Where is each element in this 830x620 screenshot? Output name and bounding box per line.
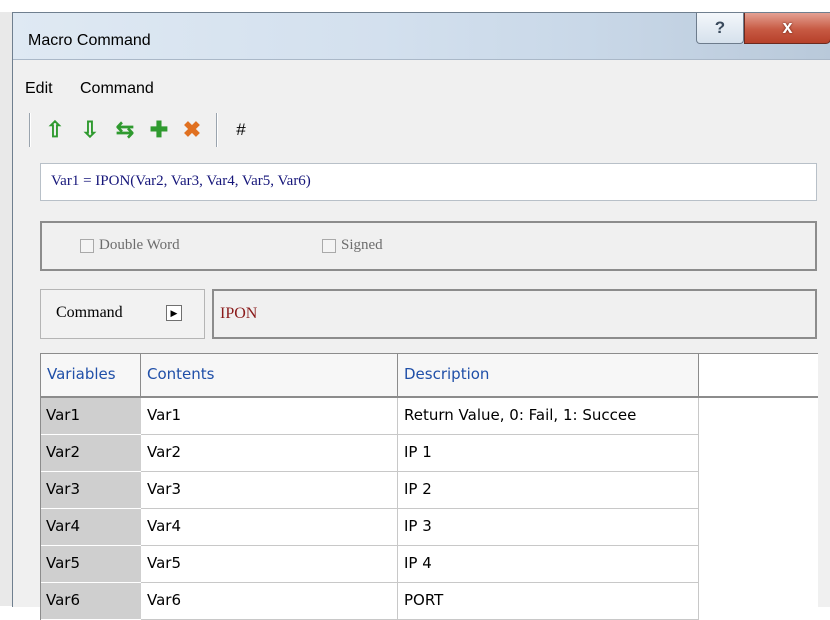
close-button[interactable]: x — [744, 13, 830, 44]
move-down-icon[interactable]: ⇩ — [78, 117, 102, 143]
row-description[interactable]: IP 1 — [398, 435, 699, 472]
formula-text: Var1 = IPON(Var2, Var3, Var4, Var5, Var6… — [51, 173, 311, 189]
toolbar: ⇧ ⇩ ⇆ ✚ ✖ # — [13, 107, 830, 151]
command-value-field: IPON — [212, 289, 817, 339]
delete-icon[interactable]: ✖ — [180, 117, 204, 143]
command-button-label: Command — [56, 304, 123, 321]
help-button[interactable]: ? — [696, 13, 744, 44]
signed-label: Signed — [341, 237, 383, 253]
command-value: IPON — [220, 305, 258, 322]
header-variables[interactable]: Variables — [41, 354, 141, 398]
formula-field[interactable]: Var1 = IPON(Var2, Var3, Var4, Var5, Var6… — [40, 163, 817, 201]
row-variable[interactable]: Var1 — [41, 398, 141, 435]
row-contents[interactable]: Var5 — [141, 546, 398, 583]
title-bar[interactable]: Macro Command ? x — [13, 13, 830, 60]
row-contents[interactable]: Var2 — [141, 435, 398, 472]
background-window-edge — [0, 12, 12, 606]
row-contents[interactable]: Var6 — [141, 583, 398, 620]
row-variable[interactable]: Var5 — [41, 546, 141, 583]
menu-edit[interactable]: Edit — [25, 80, 53, 98]
menu-command[interactable]: Command — [80, 80, 154, 98]
menu-bar: Edit Command — [13, 60, 830, 100]
row-variable[interactable]: Var3 — [41, 472, 141, 509]
row-contents[interactable]: Var3 — [141, 472, 398, 509]
move-up-icon[interactable]: ⇧ — [43, 117, 67, 143]
row-description[interactable]: IP 3 — [398, 509, 699, 546]
row-description[interactable]: IP 2 — [398, 472, 699, 509]
toolbar-grip — [29, 113, 31, 147]
options-group: Double Word Signed — [40, 221, 817, 271]
row-variable[interactable]: Var2 — [41, 435, 141, 472]
header-description[interactable]: Description — [398, 354, 699, 398]
row-contents[interactable]: Var1 — [141, 398, 398, 435]
variables-table: Variables Contents Description Var1 Var1 R… — [40, 353, 818, 620]
row-variable[interactable]: Var6 — [41, 583, 141, 620]
row-description[interactable]: IP 4 — [398, 546, 699, 583]
row-contents[interactable]: Var4 — [141, 509, 398, 546]
hash-button[interactable]: # — [229, 117, 253, 143]
row-description[interactable]: Return Value, 0: Fail, 1: Succee — [398, 398, 699, 435]
toolbar-separator — [216, 113, 218, 147]
window-title: Macro Command — [28, 32, 151, 49]
header-filler — [699, 354, 818, 398]
add-icon[interactable]: ✚ — [147, 117, 171, 143]
row-description[interactable]: PORT — [398, 583, 699, 620]
header-contents[interactable]: Contents — [141, 354, 398, 398]
play-arrow-icon: ▶ — [166, 305, 182, 321]
macro-command-window: Macro Command ? x Edit Command ⇧ ⇩ ⇆ ✚ ✖… — [12, 12, 830, 620]
double-word-checkbox[interactable] — [80, 239, 94, 253]
row-variable[interactable]: Var4 — [41, 509, 141, 546]
swap-icon[interactable]: ⇆ — [113, 117, 137, 143]
command-button[interactable]: Command ▶ — [40, 289, 205, 339]
signed-checkbox[interactable] — [322, 239, 336, 253]
double-word-label: Double Word — [99, 237, 180, 253]
